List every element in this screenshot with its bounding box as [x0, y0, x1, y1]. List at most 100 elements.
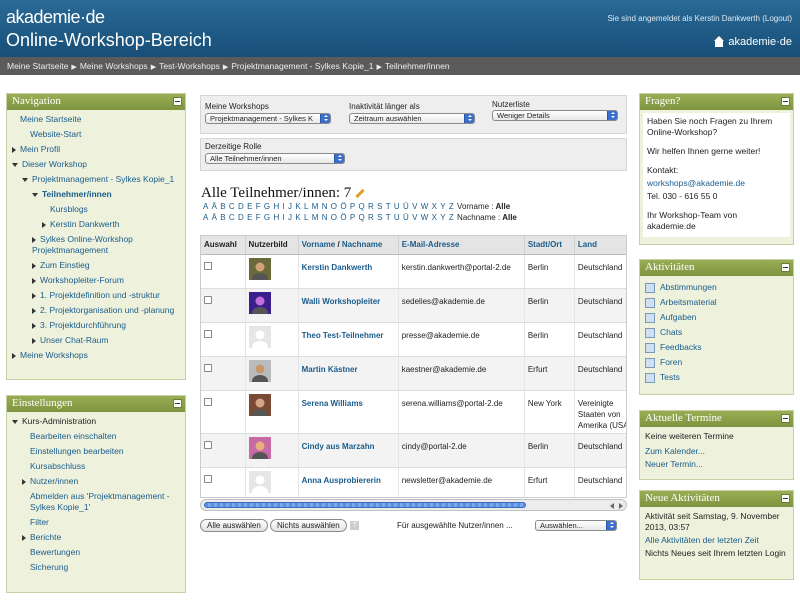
breadcrumb-item[interactable]: Meine Startseite: [7, 61, 68, 71]
row-checkbox[interactable]: [204, 261, 212, 270]
activity-item-arbeitsmaterial[interactable]: Arbeitsmaterial: [645, 297, 788, 308]
expand-right-icon[interactable]: [32, 337, 36, 344]
letter-filter-link[interactable]: U: [394, 202, 400, 211]
letter-filter-link[interactable]: L: [304, 213, 308, 222]
expand-right-icon[interactable]: [32, 322, 36, 329]
picture-cell[interactable]: [245, 390, 299, 434]
letter-filter-link[interactable]: C: [229, 202, 235, 211]
navigation-item-zum-einstieg[interactable]: Zum Einstieg: [12, 260, 180, 271]
expand-right-icon[interactable]: [42, 221, 46, 228]
navigation-item-kursblogs[interactable]: Kursblogs: [12, 204, 180, 215]
expand-down-icon[interactable]: [32, 192, 38, 197]
sort-city-link[interactable]: Stadt/Ort: [528, 240, 562, 249]
letter-filter-link[interactable]: A: [203, 202, 208, 211]
activity-link[interactable]: Abstimmungen: [660, 282, 717, 293]
select-none-button[interactable]: Nichts auswählen: [270, 519, 347, 532]
collapse-icon[interactable]: [173, 399, 182, 408]
letter-filter-link[interactable]: A: [203, 213, 208, 222]
participants-table-container[interactable]: Auswahl Nutzerbild Vorname / Nachname E-…: [200, 235, 627, 498]
activity-item-chats[interactable]: Chats: [645, 327, 788, 338]
letter-filter-link[interactable]: I: [283, 213, 285, 222]
activity-link[interactable]: Feedbacks: [660, 342, 702, 353]
breadcrumb-item[interactable]: Meine Workshops: [80, 61, 148, 71]
letter-filter-link[interactable]: H: [273, 213, 279, 222]
picture-cell[interactable]: [245, 467, 299, 497]
picture-cell[interactable]: [245, 433, 299, 468]
row-checkbox[interactable]: [204, 329, 212, 338]
letter-filter-link[interactable]: K: [295, 213, 300, 222]
activity-item-foren[interactable]: Foren: [645, 357, 788, 368]
letter-filter-link[interactable]: C: [229, 213, 235, 222]
letter-filter-link[interactable]: E: [247, 213, 252, 222]
navigation-item-3-projektdurchführung[interactable]: 3. Projektdurchführung: [12, 320, 180, 331]
activity-item-abstimmungen[interactable]: Abstimmungen: [645, 282, 788, 293]
letter-filter-link[interactable]: J: [288, 202, 292, 211]
letter-filter-link[interactable]: F: [256, 202, 261, 211]
letter-filter-link[interactable]: P: [350, 202, 355, 211]
navigation-item-projektmanagement-sylkes-kopie-1[interactable]: Projektmanagement - Sylkes Kopie_1: [12, 174, 180, 185]
settings-item-abmelden-aus-projektmanagement-sylkes-kopie-1[interactable]: Abmelden aus 'Projektmanagement - Sylkes…: [12, 491, 180, 513]
letter-filter-link[interactable]: G: [264, 202, 270, 211]
pencil-icon[interactable]: [355, 188, 365, 199]
letter-filter-link[interactable]: V: [412, 213, 417, 222]
letter-filter-link[interactable]: P: [350, 213, 355, 222]
row-checkbox[interactable]: [204, 363, 212, 372]
letter-filter-link[interactable]: X: [432, 213, 437, 222]
letter-filter-link[interactable]: K: [295, 202, 300, 211]
navigation-item-sylkes-online-workshop-projektmanagement[interactable]: Sylkes Online-Workshop Projektmanagement: [12, 234, 180, 256]
row-checkbox[interactable]: [204, 397, 212, 406]
letter-filter-link[interactable]: Y: [440, 202, 445, 211]
letter-filter-link[interactable]: N: [322, 202, 328, 211]
letter-filter-link[interactable]: B: [220, 213, 225, 222]
sort-firstname-link[interactable]: Vorname: [302, 240, 336, 249]
letter-filter-link[interactable]: Y: [440, 213, 445, 222]
letter-filter-link[interactable]: D: [238, 202, 244, 211]
letter-filter-link[interactable]: D: [238, 213, 244, 222]
letter-filter-link[interactable]: F: [256, 213, 261, 222]
navigation-item-kerstin-dankwerth[interactable]: Kerstin Dankwerth: [12, 219, 180, 230]
picture-cell[interactable]: [245, 356, 299, 391]
settings-item-bewertungen[interactable]: Bewertungen: [12, 547, 180, 558]
user-name-link[interactable]: Anna Ausprobiererin: [302, 475, 381, 486]
sort-country-link[interactable]: Land: [578, 240, 597, 249]
letter-filter-link[interactable]: J: [288, 213, 292, 222]
letter-filter-link[interactable]: M: [312, 213, 319, 222]
activity-item-tests[interactable]: Tests: [645, 372, 788, 383]
scrollbar-thumb[interactable]: [204, 502, 526, 508]
navigation-item-1-projektdefinition-und-struktur[interactable]: 1. Projektdefinition und -struktur: [12, 290, 180, 301]
letter-filter-link[interactable]: T: [386, 213, 391, 222]
letter-filter-link[interactable]: S: [377, 202, 382, 211]
activity-link[interactable]: Aufgaben: [660, 312, 696, 323]
picture-cell[interactable]: [245, 288, 299, 323]
letter-filter-link[interactable]: L: [304, 202, 308, 211]
navigation-item-teilnehmer-innen[interactable]: Teilnehmer/innen: [12, 189, 180, 200]
picture-cell[interactable]: [245, 322, 299, 357]
navigation-item-mein-profil[interactable]: Mein Profil: [12, 144, 180, 155]
letter-filter-link[interactable]: Z: [449, 202, 454, 211]
letter-filter-link[interactable]: S: [377, 213, 382, 222]
bulk-action-select[interactable]: Auswählen...: [535, 520, 617, 531]
letter-filter-link[interactable]: Ö: [340, 202, 346, 211]
navigation-item-workshopleiter-forum[interactable]: Workshopleiter-Forum: [12, 275, 180, 286]
user-name-link[interactable]: Kerstin Dankwerth: [302, 262, 373, 273]
my-workshops-select[interactable]: Projektmanagement - Sylkes K: [205, 113, 331, 124]
letter-filter-link[interactable]: E: [247, 202, 252, 211]
settings-item-nutzer-innen[interactable]: Nutzer/innen: [12, 476, 180, 487]
expand-right-icon[interactable]: [32, 307, 36, 314]
expand-right-icon[interactable]: [22, 478, 26, 485]
horizontal-scrollbar[interactable]: [200, 499, 627, 511]
navigation-item-unser-chat-raum[interactable]: Unser Chat-Raum: [12, 335, 180, 346]
letter-filter-link[interactable]: U: [394, 213, 400, 222]
settings-item-kursabschluss[interactable]: Kursabschluss: [12, 461, 180, 472]
sort-email-link[interactable]: E-Mail-Adresse: [402, 240, 460, 249]
contact-email-link[interactable]: workshops@akademie.de: [647, 178, 745, 188]
navigation-item-dieser-workshop[interactable]: Dieser Workshop: [12, 159, 180, 170]
letter-filter-link[interactable]: W: [421, 213, 429, 222]
activity-link[interactable]: Tests: [660, 372, 680, 383]
breadcrumb-item[interactable]: Test-Workshops: [159, 61, 220, 71]
scroll-left-icon[interactable]: [610, 503, 614, 509]
expand-right-icon[interactable]: [32, 262, 36, 269]
settings-item-bearbeiten-einschalten[interactable]: Bearbeiten einschalten: [12, 431, 180, 442]
letter-filter-link[interactable]: R: [368, 213, 374, 222]
letter-filter-link[interactable]: M: [312, 202, 319, 211]
